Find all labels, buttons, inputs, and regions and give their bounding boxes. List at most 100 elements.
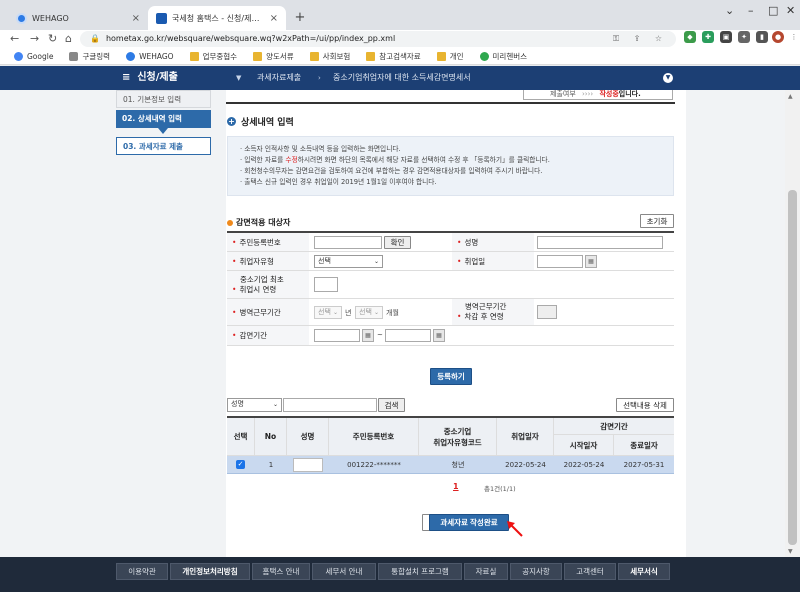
calendar-icon[interactable]: ▦	[362, 329, 374, 342]
bookmark-wehago[interactable]: WEHAGO	[126, 51, 174, 61]
footer-link[interactable]: 세무서 안내	[312, 563, 376, 580]
bullet-icon	[227, 219, 233, 226]
extension-icon[interactable]: ▣	[720, 31, 732, 43]
complete-button[interactable]: 과세자료 작성완료	[429, 514, 509, 531]
reset-button[interactable]: 초기화	[640, 214, 674, 228]
scroll-down-icon[interactable]: ▼	[788, 548, 793, 555]
minimize-icon[interactable]: –	[748, 4, 754, 17]
tab-wehago[interactable]: WEHAGO ×	[8, 6, 148, 30]
info-line: · 소득자 인적사항 및 소득내역 등을 입력하는 화면입니다.	[240, 145, 401, 153]
google-icon	[14, 51, 23, 61]
search-field-select[interactable]: 성명 ⌄	[227, 398, 282, 412]
search-input[interactable]	[283, 398, 377, 412]
dropdown-icon[interactable]: ▼	[236, 66, 241, 90]
footer-link[interactable]: 세무서식	[618, 563, 670, 580]
hire-date-label: • 취업일	[452, 252, 534, 270]
footer-link[interactable]: 공지사항	[510, 563, 562, 580]
chevron-down-icon[interactable]: ▼	[663, 73, 673, 83]
calendar-icon[interactable]: ▦	[585, 255, 597, 268]
column-header: 중소기업 취업자유형코드	[419, 418, 497, 456]
home-icon[interactable]: ⌂	[65, 30, 72, 48]
step-submit[interactable]: 03. 과세자료 제출	[116, 137, 211, 155]
form-row: • 취업자유형 선택 ⌄ • 취업일 ▦	[227, 252, 674, 271]
search-button[interactable]: 검색	[378, 398, 405, 412]
name-input[interactable]	[537, 236, 663, 249]
column-header: 종료일자	[614, 435, 674, 456]
menu-icon[interactable]: ⋮	[788, 31, 800, 43]
form-row: • 감면기간 ▦ ~ ▦	[227, 326, 674, 346]
register-button[interactable]: 등록하기	[430, 368, 472, 385]
close-window-icon[interactable]: ✕	[786, 4, 795, 17]
row-name[interactable]	[293, 458, 323, 472]
tilde: ~	[377, 331, 383, 339]
page-number[interactable]: 1	[453, 482, 459, 491]
step-basic-info[interactable]: 01. 기본정보 입력	[116, 90, 211, 108]
period-end-input[interactable]	[385, 329, 431, 342]
bookmark-google[interactable]: Google	[14, 51, 53, 61]
type-select[interactable]: 선택 ⌄	[314, 255, 383, 268]
form-row: • 주민등록번호 확인 • 성명	[227, 233, 674, 252]
bookmark-folder[interactable]: 양도서류	[253, 51, 294, 62]
scrollbar-thumb[interactable]	[788, 190, 797, 545]
extension-icon[interactable]: ✚	[702, 31, 714, 43]
section-title: + 상세내역 입력	[227, 117, 294, 128]
breadcrumb-item[interactable]: 과세자료제출	[257, 66, 301, 90]
menu-icon[interactable]: ≡	[122, 72, 130, 83]
reload-icon[interactable]: ↻	[48, 30, 57, 48]
folder-icon	[189, 51, 199, 61]
bookmark-folder[interactable]: 개인	[436, 51, 464, 62]
confirm-button[interactable]: 확인	[384, 236, 411, 249]
row-no: 1	[268, 461, 274, 469]
close-icon[interactable]: ×	[270, 13, 278, 24]
bookmark-item[interactable]: 구글링력	[69, 51, 110, 62]
bookmark-icon	[69, 51, 79, 61]
bookmark-folder[interactable]: 사회보험	[309, 51, 350, 62]
age-input[interactable]	[314, 277, 338, 292]
maximize-icon[interactable]: □	[768, 4, 778, 17]
military-age-input	[537, 305, 557, 319]
wehago-icon	[126, 51, 136, 61]
extension-icon[interactable]: ◆	[684, 31, 696, 43]
highlight-text: 수정	[285, 156, 298, 164]
footer-link[interactable]: 통합설치 프로그램	[378, 563, 462, 580]
bookmark-folder[interactable]: 참고검색자료	[366, 51, 421, 62]
row-checkbox[interactable]: ✓	[236, 460, 245, 469]
row-end-date: 2027-05-31	[623, 461, 665, 469]
bookmark-folder[interactable]: 업무중협수	[189, 51, 237, 62]
rrn-input[interactable]	[314, 236, 382, 249]
chevron-down-icon[interactable]: ⌄	[725, 4, 734, 17]
tab-hometax[interactable]: 국세청 홈택스 - 신청/제출 > 과 ×	[148, 6, 286, 30]
info-line: · 회천청수의무자는 감면요건을 검토하여 요건에 부합하는 경우 감면적용대상…	[240, 167, 543, 175]
back-icon[interactable]: ←	[10, 30, 19, 48]
hire-date-input[interactable]	[537, 255, 583, 268]
military-month-select[interactable]: 선택 ⌄	[355, 306, 383, 319]
footer-link[interactable]: 자료실	[464, 563, 508, 580]
rrn-label: • 주민등록번호	[227, 233, 309, 251]
period-start-input[interactable]	[314, 329, 360, 342]
calendar-icon[interactable]: ▦	[433, 329, 445, 342]
divider	[226, 102, 675, 104]
bookmark-item[interactable]: 미리헨버스	[479, 51, 527, 62]
sidebar-icon[interactable]: ▮	[756, 31, 768, 43]
scroll-up-icon[interactable]: ▲	[788, 93, 793, 100]
omnibox-icons[interactable]: ⚿ ⇪ ☆	[613, 31, 668, 47]
form-row: • 병역근무기간 선택 ⌄ 년 선택 ⌄ 개월 병역근무기간 • 차감 후 연령	[227, 299, 674, 326]
breadcrumb-item[interactable]: 중소기업취업자에 대한 소득세감면명세서	[333, 66, 471, 90]
forward-icon[interactable]: →	[30, 30, 39, 48]
footer-link[interactable]: 이용약관	[116, 563, 168, 580]
month-unit: 개월	[386, 309, 399, 317]
table-row[interactable]: ✓ 1 001222-******* 청년 2022-05-24 2022-05…	[227, 456, 674, 474]
military-year-select[interactable]: 선택 ⌄	[314, 306, 342, 319]
close-icon[interactable]: ×	[132, 13, 140, 24]
puzzle-icon[interactable]: ✦	[738, 31, 750, 43]
footer-link[interactable]: 홈택스 안내	[252, 563, 310, 580]
step-detail-input[interactable]: 02. 상세내역 입력	[116, 110, 211, 128]
footer-link[interactable]: 고객센터	[564, 563, 616, 580]
avatar[interactable]: ●	[772, 31, 784, 43]
row-type: 청년	[451, 461, 465, 469]
new-tab-button[interactable]: +	[292, 10, 308, 26]
delete-selected-button[interactable]: 선택내용 삭제	[616, 398, 674, 412]
footer-link[interactable]: 개인정보처리방침	[170, 563, 250, 580]
url-bar[interactable]: 🔒 hometax.go.kr/websquare/websquare.wq?w…	[80, 31, 676, 47]
military-label: • 병역근무기간	[227, 299, 309, 325]
